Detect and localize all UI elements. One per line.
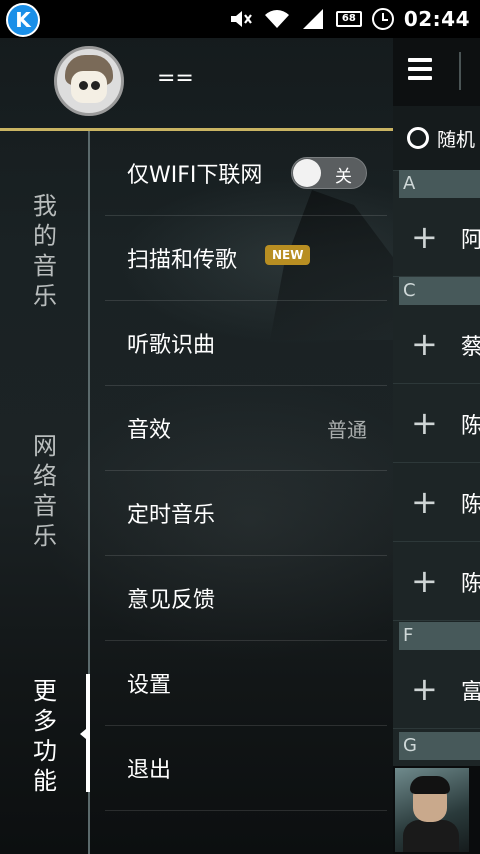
- menu-item-label: 意见反馈: [127, 588, 216, 613]
- toggle-state-text: 关: [335, 167, 352, 187]
- music-list-panel: 随机 A + 阿 C + 蔡 + 陈 + 陈 + 陈 F + 富 G: [393, 38, 480, 854]
- shuffle-icon: [407, 127, 429, 149]
- new-badge: NEW: [265, 245, 311, 265]
- profile-header: ==: [0, 38, 393, 128]
- menu-item-scan-transfer[interactable]: 扫描和传歌 NEW: [105, 216, 387, 301]
- album-art[interactable]: [395, 768, 469, 852]
- avatar[interactable]: [54, 46, 124, 116]
- mute-icon: [228, 8, 254, 30]
- section-header: G: [399, 732, 480, 760]
- artist-name: 富: [461, 680, 480, 705]
- tab-my-music[interactable]: 我的音乐: [28, 191, 62, 311]
- shuffle-play-button[interactable]: 随机: [393, 106, 480, 171]
- tab-more-features[interactable]: 更多功能: [28, 676, 62, 796]
- add-icon[interactable]: +: [411, 673, 438, 705]
- list-item[interactable]: + 陈: [393, 463, 480, 542]
- add-icon[interactable]: +: [411, 407, 438, 439]
- list-item[interactable]: + 陈: [393, 384, 480, 463]
- menu-item-label: 仅WIFI下联网: [127, 163, 263, 188]
- alarm-clock-icon: [371, 8, 394, 30]
- add-icon[interactable]: +: [411, 486, 438, 518]
- tab-online-music[interactable]: 网络音乐: [28, 431, 62, 551]
- menu-item-label: 扫描和传歌: [127, 248, 238, 273]
- active-tab-indicator: [86, 674, 90, 792]
- status-icons: 68 02:44: [228, 0, 470, 38]
- menu-item-label: 定时音乐: [127, 503, 216, 528]
- section-header: F: [399, 622, 480, 650]
- panel-toolbar: [393, 38, 480, 106]
- more-features-menu: 仅WIFI下联网 关 扫描和传歌 NEW 听歌识曲 音效 普通 定时音乐 意见反…: [105, 131, 387, 811]
- now-playing-bar[interactable]: [393, 766, 480, 854]
- menu-item-label: 音效: [127, 418, 172, 443]
- toolbar-divider: [459, 52, 461, 90]
- menu-item-label: 设置: [127, 673, 172, 698]
- navigation-drawer: == 我的音乐 网络音乐 更多功能 仅WIFI下联网 关 扫描和传歌 NEW 听…: [0, 38, 393, 854]
- wifi-icon: [264, 8, 290, 30]
- artist-name: 蔡: [461, 335, 480, 360]
- list-item[interactable]: + 富: [393, 650, 480, 729]
- add-icon[interactable]: +: [411, 221, 438, 253]
- app-notification-icon: K: [6, 3, 40, 37]
- menu-item-song-recognition[interactable]: 听歌识曲: [105, 301, 387, 386]
- artist-name: 陈: [461, 493, 480, 518]
- sound-effect-value: 普通: [327, 417, 367, 442]
- artist-name: 阿: [461, 228, 480, 253]
- active-tab-arrow-icon: [80, 729, 86, 739]
- status-time: 02:44: [403, 7, 470, 31]
- menu-item-feedback[interactable]: 意见反馈: [105, 556, 387, 641]
- menu-item-exit[interactable]: 退出: [105, 726, 387, 811]
- toggle-knob: [293, 159, 321, 187]
- menu-item-settings[interactable]: 设置: [105, 641, 387, 726]
- menu-item-sound-effect[interactable]: 音效 普通: [105, 386, 387, 471]
- side-tabs: 我的音乐 网络音乐 更多功能: [0, 131, 88, 854]
- artist-name: 陈: [461, 572, 480, 597]
- add-icon[interactable]: +: [411, 328, 438, 360]
- section-header: A: [399, 170, 480, 198]
- battery-icon: 68: [335, 11, 362, 27]
- menu-item-wifi-only[interactable]: 仅WIFI下联网 关: [105, 131, 387, 216]
- shuffle-label: 随机: [437, 129, 476, 151]
- list-item[interactable]: + 阿: [393, 198, 480, 277]
- add-icon[interactable]: +: [411, 565, 438, 597]
- username[interactable]: ==: [157, 66, 194, 91]
- artist-name: 陈: [461, 414, 480, 439]
- menu-icon[interactable]: [408, 58, 432, 80]
- signal-icon: [300, 8, 326, 30]
- list-item[interactable]: + 蔡: [393, 305, 480, 384]
- list-item[interactable]: + 陈: [393, 542, 480, 621]
- menu-item-sleep-timer[interactable]: 定时音乐: [105, 471, 387, 556]
- menu-item-label: 听歌识曲: [127, 333, 216, 358]
- status-bar: K 68 02:44: [0, 0, 480, 38]
- wifi-only-toggle[interactable]: 关: [291, 157, 367, 189]
- section-header: C: [399, 277, 480, 305]
- menu-item-label: 退出: [127, 758, 172, 783]
